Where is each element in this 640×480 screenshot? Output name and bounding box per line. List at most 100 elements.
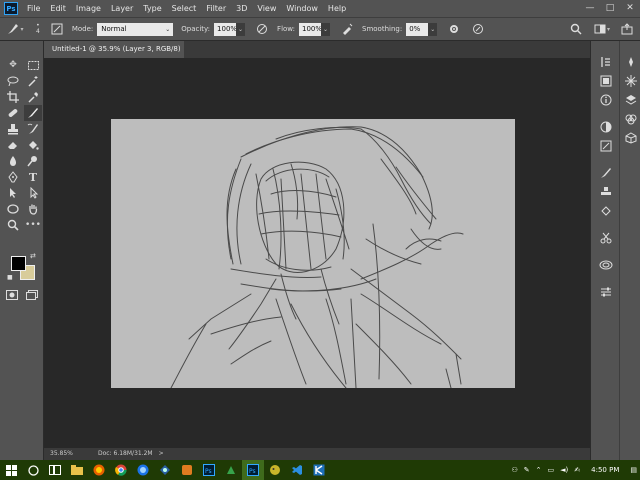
hand-tool[interactable] xyxy=(24,201,42,217)
brush-size-picker[interactable]: • 4 xyxy=(36,23,40,35)
smoothing-settings-button[interactable] xyxy=(447,22,461,36)
menu-window[interactable]: Window xyxy=(281,0,323,17)
menu-select[interactable]: Select xyxy=(167,0,202,17)
zoom-tool[interactable] xyxy=(4,217,22,233)
search-button[interactable] xyxy=(22,460,44,480)
menu-layer[interactable]: Layer xyxy=(106,0,138,17)
screen-mode-button[interactable] xyxy=(26,290,40,301)
taskbar-firefox-dev[interactable] xyxy=(132,460,154,480)
flow-dropdown[interactable]: ⌄ xyxy=(321,22,331,36)
healing-brush-tool[interactable] xyxy=(4,105,22,121)
swap-colors-icon[interactable]: ⇄ xyxy=(30,252,36,260)
zoom-level[interactable]: 35.85% xyxy=(44,448,80,460)
channels-panel-button[interactable] xyxy=(622,110,640,127)
pressure-opacity-toggle[interactable] xyxy=(255,22,269,36)
taskbar-steam[interactable] xyxy=(154,460,176,480)
menu-filter[interactable]: Filter xyxy=(201,0,231,17)
search-button[interactable] xyxy=(569,22,583,36)
menu-image[interactable]: Image xyxy=(71,0,106,17)
lasso-tool[interactable] xyxy=(4,73,22,89)
3d-panel-button[interactable] xyxy=(622,129,640,146)
status-menu-arrow[interactable]: > xyxy=(159,448,164,460)
tool-presets-panel-button[interactable] xyxy=(597,202,615,219)
tool-preset-picker[interactable]: ▾ xyxy=(4,20,26,38)
taskbar-photoshop-active[interactable]: Ps xyxy=(242,460,264,480)
menu-view[interactable]: View xyxy=(252,0,281,17)
ellipse-tool[interactable] xyxy=(4,201,22,217)
taskbar-chrome[interactable] xyxy=(110,460,132,480)
brush-settings-panel-button[interactable] xyxy=(597,164,615,181)
adjustments-panel-button[interactable] xyxy=(597,118,615,135)
photoshop-logo[interactable]: Ps xyxy=(4,2,18,15)
taskbar-clock[interactable]: 4:50 PM xyxy=(583,466,627,474)
flow-input[interactable]: 100% xyxy=(299,22,322,36)
pen-icon[interactable]: ✍ xyxy=(571,466,583,474)
smoothing-input[interactable]: 0% xyxy=(406,22,429,36)
taskbar-vscode[interactable] xyxy=(286,460,308,480)
taskbar-krita[interactable] xyxy=(308,460,330,480)
pressure-size-toggle[interactable] xyxy=(471,22,485,36)
menu-edit[interactable]: Edit xyxy=(45,0,71,17)
share-button[interactable] xyxy=(620,22,634,36)
dodge-tool[interactable] xyxy=(24,153,42,169)
styles-panel-button[interactable] xyxy=(597,137,615,154)
menu-3d[interactable]: 3D xyxy=(231,0,252,17)
menu-help[interactable]: Help xyxy=(323,0,351,17)
mode-select[interactable]: Normal ⌄ xyxy=(97,22,174,36)
clone-source-panel-button[interactable] xyxy=(597,183,615,200)
close-window-button[interactable]: ✕ xyxy=(620,0,640,17)
start-button[interactable] xyxy=(0,460,22,480)
properties-panel-button[interactable] xyxy=(597,283,615,300)
foreground-color-swatch[interactable] xyxy=(11,256,26,271)
taskbar-explorer[interactable] xyxy=(66,460,88,480)
people-icon[interactable]: ⚇ xyxy=(509,466,521,474)
paint-bucket-tool[interactable] xyxy=(24,137,42,153)
smoothing-dropdown[interactable]: ⌄ xyxy=(428,22,438,36)
move-tool[interactable]: ✥ xyxy=(4,57,22,73)
swatches-panel-button[interactable] xyxy=(622,72,640,89)
blur-tool[interactable] xyxy=(4,153,22,169)
default-colors-icon[interactable]: ■ xyxy=(7,274,13,281)
navigator-panel-button[interactable] xyxy=(622,53,640,70)
eyedropper-tool[interactable] xyxy=(24,89,42,105)
ink-workspace-icon[interactable]: ✎ xyxy=(521,466,533,474)
layers-panel-button[interactable] xyxy=(622,91,640,108)
workspace-button[interactable] xyxy=(593,22,607,36)
info-panel-button[interactable] xyxy=(597,91,615,108)
opacity-dropdown[interactable]: ⌄ xyxy=(236,22,246,36)
taskbar-firefox[interactable] xyxy=(88,460,110,480)
brush-tool[interactable] xyxy=(24,105,42,121)
taskbar-app-green[interactable] xyxy=(220,460,242,480)
paths-panel-button[interactable] xyxy=(597,229,615,246)
document-tab[interactable]: Untitled-1 @ 35.9% (Layer 3, RGB/8) * × xyxy=(44,41,184,70)
minimize-button[interactable]: — xyxy=(580,0,600,17)
volume-icon[interactable]: ◄) xyxy=(557,466,571,474)
path-selection-tool[interactable] xyxy=(4,185,22,201)
eraser-tool[interactable] xyxy=(4,137,22,153)
clone-stamp-tool[interactable] xyxy=(4,121,22,137)
airbrush-toggle[interactable] xyxy=(340,22,354,36)
canvas-area[interactable] xyxy=(44,58,590,448)
menu-file[interactable]: File xyxy=(22,0,45,17)
network-icon[interactable]: ▭ xyxy=(545,466,558,474)
opacity-input[interactable]: 100% xyxy=(214,22,237,36)
marquee-tool[interactable] xyxy=(24,57,42,73)
brush-settings-toggle[interactable] xyxy=(50,22,64,36)
taskbar-app-yellow[interactable] xyxy=(264,460,286,480)
history-brush-tool[interactable] xyxy=(24,121,42,137)
action-center-icon[interactable]: ▤ xyxy=(627,466,640,474)
maximize-button[interactable]: □ xyxy=(600,0,620,17)
color-panel-button[interactable] xyxy=(597,72,615,89)
menu-type[interactable]: Type xyxy=(138,0,166,17)
quick-mask-button[interactable] xyxy=(6,290,20,301)
history-panel-button[interactable] xyxy=(597,53,615,70)
more-tools-button[interactable]: ••• xyxy=(24,217,42,233)
type-tool[interactable]: T xyxy=(24,169,42,185)
show-hidden-icons[interactable]: ⌃ xyxy=(533,466,545,474)
hand-pointer-tool[interactable] xyxy=(24,185,42,201)
taskbar-photoshop[interactable]: Ps xyxy=(198,460,220,480)
crop-tool[interactable] xyxy=(4,89,22,105)
task-view-button[interactable] xyxy=(44,460,66,480)
libraries-panel-button[interactable] xyxy=(597,256,615,273)
pen-tool[interactable] xyxy=(4,169,22,185)
